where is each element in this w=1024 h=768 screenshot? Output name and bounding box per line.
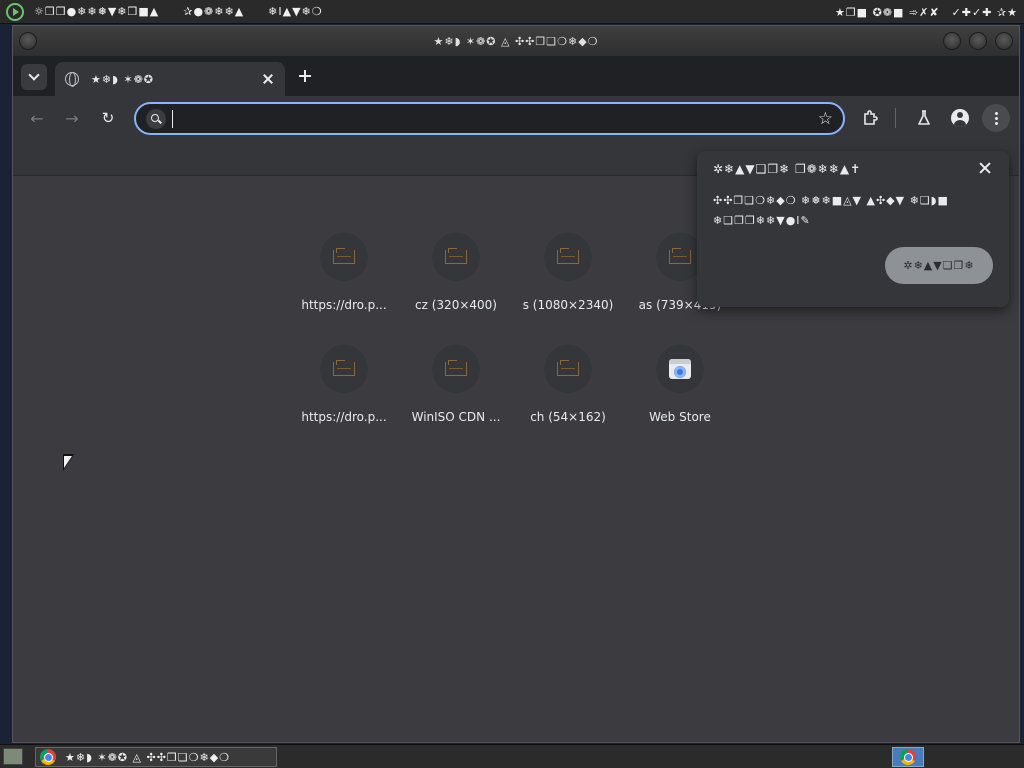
- tab-close-icon[interactable]: [261, 72, 275, 86]
- back-button[interactable]: ←: [23, 104, 51, 132]
- shortcut-tile[interactable]: cz (320×400): [406, 233, 506, 333]
- window-maximize-button[interactable]: [969, 32, 987, 50]
- window-close-button[interactable]: [995, 32, 1013, 50]
- address-input[interactable]: [172, 109, 812, 128]
- new-tab-button[interactable]: [297, 68, 313, 84]
- window-titlebar[interactable]: ★❄◗ ✶❁✪ ◬ ✣✣❐❑❍❄◆❍: [13, 26, 1019, 56]
- panel-menu-places[interactable]: ☼❐❒●❄❄❅▼❄❒■▲: [34, 5, 159, 18]
- more-menu-icon[interactable]: [982, 104, 1010, 132]
- shortcut-label: https://dro.p...: [301, 410, 387, 424]
- tab-new-tab[interactable]: ★❄◗ ✶❁✪: [55, 62, 285, 96]
- taskbar-window-button[interactable]: ★❄◗ ✶❁✪ ◬ ✣✣❐❑❍❄◆❍: [35, 747, 277, 767]
- folder-icon: [557, 360, 579, 376]
- window-minimize-button[interactable]: [943, 32, 961, 50]
- reload-button[interactable]: ↻: [94, 104, 122, 132]
- mouse-cursor-icon: [63, 454, 74, 471]
- shortcut-icon-circle: [432, 345, 480, 393]
- bookmark-star-icon[interactable]: ☆: [818, 109, 833, 129]
- profile-avatar-icon[interactable]: [946, 104, 974, 132]
- panel-status-area: ★❐■ ✪❁■ ➾✗✘ ✓✚✓✚ ✰★: [835, 0, 1018, 24]
- popup-close-icon[interactable]: [977, 160, 993, 176]
- folder-icon: [333, 360, 355, 376]
- taskbar-window-label: ★❄◗ ✶❁✪ ◬ ✣✣❐❑❍❄◆❍: [65, 750, 231, 764]
- restore-pages-bubble: ✲❄▲▼❑❐❄ ❐❁❄❄▲✝ ✣✣❐❑❍❄◆❍ ❄❅❄■◬▼ ▲✣◆▼ ❄❑◗■…: [697, 151, 1009, 307]
- shortcut-icon-circle: [320, 233, 368, 281]
- popup-message: ✣✣❐❑❍❄◆❍ ❄❅❄■◬▼ ▲✣◆▼ ❄❑◗■ ❄❑❐❐❄❄▼●I✎: [713, 191, 983, 231]
- toolbar-divider: [895, 108, 896, 128]
- panel-clock[interactable]: ★❐■ ✪❁■ ➾✗✘: [835, 6, 940, 19]
- shortcut-tile[interactable]: ch (54×162): [518, 345, 618, 445]
- panel-menu-system[interactable]: ✰●❁❄❄▲: [183, 5, 244, 18]
- omnibox[interactable]: ☆: [134, 102, 845, 135]
- shortcut-label: cz (320×400): [415, 298, 497, 312]
- labs-flask-icon[interactable]: [910, 104, 938, 132]
- folder-icon: [557, 248, 579, 264]
- shortcut-icon-circle: [656, 345, 704, 393]
- globe-icon: [65, 72, 79, 87]
- search-icon: [146, 108, 166, 129]
- shortcut-tile[interactable]: s (1080×2340): [518, 233, 618, 333]
- popup-title: ✲❄▲▼❑❐❄ ❐❁❄❄▲✝: [713, 162, 862, 176]
- shortcut-tile[interactable]: WinISO CDN ...: [406, 345, 506, 445]
- folder-icon: [445, 360, 467, 376]
- tab-title: ★❄◗ ✶❁✪: [91, 72, 155, 86]
- forward-button[interactable]: →: [58, 104, 86, 132]
- popup-message-line: ❄❑❐❐❄❄▼●I✎: [713, 214, 811, 227]
- tab-search-button[interactable]: [21, 64, 47, 90]
- desktop-taskbar: ★❄◗ ✶❁✪ ◬ ✣✣❐❑❍❄◆❍: [0, 744, 1024, 768]
- shortcut-icon-circle: [544, 233, 592, 281]
- restore-button[interactable]: ✲❄▲▼❑❐❄: [885, 247, 993, 284]
- panel-menu-window[interactable]: ❄I▲▼❄❍: [268, 5, 322, 18]
- shortcut-tile[interactable]: https://dro.p...: [294, 345, 394, 445]
- shortcut-label: s (1080×2340): [522, 298, 614, 312]
- shortcut-icon-circle: [320, 345, 368, 393]
- window-menu-button[interactable]: [19, 32, 37, 50]
- chrome-icon: [900, 749, 916, 765]
- folder-icon: [669, 248, 691, 264]
- browser-toolbar: ← → ↻ ☆: [13, 96, 1019, 140]
- shortcut-label: ch (54×162): [530, 410, 606, 424]
- window-title: ★❄◗ ✶❁✪ ◬ ✣✣❐❑❍❄◆❍: [433, 34, 599, 48]
- panel-user[interactable]: ✓✚✓✚ ✰★: [952, 6, 1018, 19]
- popup-message-line: ✣✣❐❑❍❄◆❍ ❄❅❄■◬▼ ▲✣◆▼ ❄❑◗■: [713, 194, 949, 207]
- desktop-top-panel: ☼❐❒●❄❄❅▼❄❒■▲ ✰●❁❄❄▲ ❄I▲▼❄❍ ★❐■ ✪❁■ ➾✗✘ ✓…: [0, 0, 1024, 24]
- tray-chrome-launcher[interactable]: [892, 747, 924, 767]
- browser-window: ★❄◗ ✶❁✪ ◬ ✣✣❐❑❍❄◆❍ ★❄◗ ✶❁✪ ← → ↻ ☆ https…: [12, 25, 1020, 743]
- shortcut-label: Web Store: [649, 410, 711, 424]
- shortcut-tile[interactable]: https://dro.p...: [294, 233, 394, 333]
- web-store-icon: [669, 359, 691, 379]
- folder-icon: [445, 248, 467, 264]
- shortcut-icon-circle: [544, 345, 592, 393]
- folder-icon: [333, 248, 355, 264]
- shortcut-label: WinISO CDN ...: [411, 410, 501, 424]
- shortcut-tile[interactable]: Web Store: [630, 345, 730, 445]
- show-desktop-icon[interactable]: [3, 748, 23, 765]
- app-menu-icon[interactable]: [6, 2, 24, 21]
- extensions-puzzle-icon[interactable]: [857, 104, 885, 132]
- tab-strip: ★❄◗ ✶❁✪: [13, 56, 1019, 96]
- chrome-icon: [40, 749, 56, 765]
- shortcut-icon-circle: [432, 233, 480, 281]
- shortcut-label: https://dro.p...: [301, 298, 387, 312]
